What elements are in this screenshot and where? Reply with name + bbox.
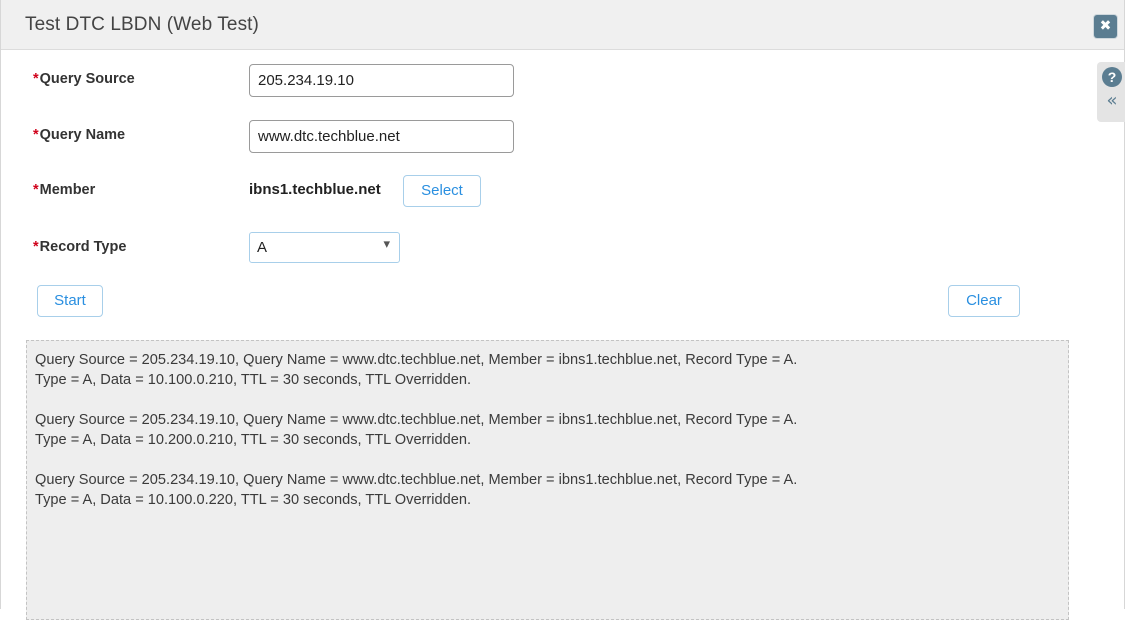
record-type-select-wrapper: A ▾ [249,232,400,263]
dialog-titlebar: Test DTC LBDN (Web Test) ✖ [1,0,1124,50]
clear-button[interactable]: Clear [948,285,1020,317]
label-record-type: *Record Type [33,239,126,255]
label-query-source: *Query Source [33,71,135,87]
log-line: Query Source = 205.234.19.10, Query Name… [35,470,1060,490]
record-type-select[interactable]: A [249,232,400,263]
label-text: Query Name [40,127,125,143]
query-name-input[interactable] [249,120,514,153]
required-asterisk: * [33,71,39,87]
required-asterisk: * [33,127,39,143]
dialog-window: Test DTC LBDN (Web Test) ✖ ? « *Query So… [0,0,1125,609]
log-line: Query Source = 205.234.19.10, Query Name… [35,410,1060,430]
page-title: Test DTC LBDN (Web Test) [25,14,259,36]
log-line: Query Source = 205.234.19.10, Query Name… [35,350,1060,370]
select-member-button[interactable]: Select [403,175,481,207]
label-text: Member [40,182,96,198]
field-row-query-name: *Query Name [1,120,1124,156]
log-line: Type = A, Data = 10.200.0.210, TTL = 30 … [35,430,1060,450]
query-source-input[interactable] [249,64,514,97]
log-entry: Query Source = 205.234.19.10, Query Name… [35,470,1060,510]
label-member: *Member [33,182,95,198]
close-icon[interactable]: ✖ [1094,15,1117,38]
member-value: ibns1.techblue.net [249,181,381,198]
log-entry: Query Source = 205.234.19.10, Query Name… [35,350,1060,390]
label-query-name: *Query Name [33,127,125,143]
log-line: Type = A, Data = 10.100.0.220, TTL = 30 … [35,490,1060,510]
field-row-query-source: *Query Source [1,64,1124,100]
log-entry: Query Source = 205.234.19.10, Query Name… [35,410,1060,450]
field-row-record-type: *Record Type A ▾ [1,232,1124,268]
test-output-panel[interactable]: Query Source = 205.234.19.10, Query Name… [26,340,1069,620]
log-line: Type = A, Data = 10.100.0.210, TTL = 30 … [35,370,1060,390]
label-text: Record Type [40,239,127,255]
required-asterisk: * [33,239,39,255]
label-text: Query Source [40,71,135,87]
required-asterisk: * [33,182,39,198]
field-row-member: *Member ibns1.techblue.net Select [1,175,1124,211]
start-button[interactable]: Start [37,285,103,317]
